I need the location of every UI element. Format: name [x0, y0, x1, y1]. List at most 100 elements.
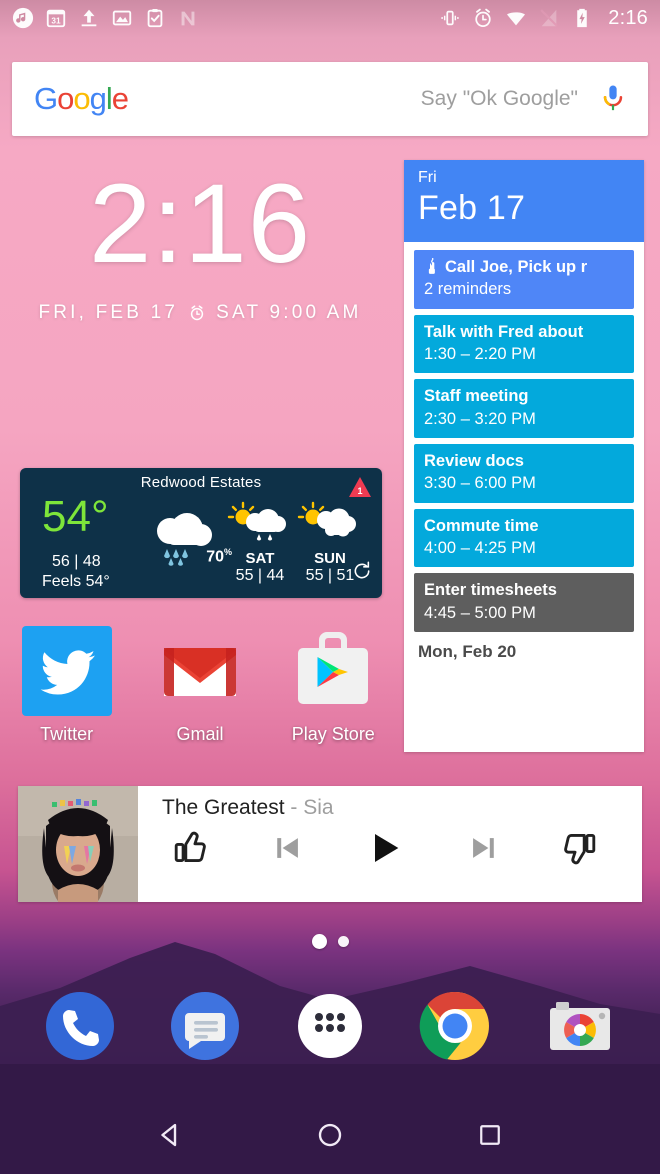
app-drawer-icon[interactable] — [292, 988, 368, 1064]
previous-track-icon[interactable] — [268, 828, 308, 868]
thumbs-up-icon[interactable] — [170, 828, 210, 868]
sun-cloud-icon — [297, 501, 356, 537]
google-search-bar[interactable]: Google Say "Ok Google" — [12, 62, 648, 136]
status-bar-notification-icons[interactable]: 31 — [12, 7, 199, 29]
google-logo-letter-g: g — [89, 81, 107, 116]
calendar-event-title: Enter timesheets — [424, 581, 557, 600]
google-logo-letter-G: G — [34, 81, 58, 116]
calendar-event-subtitle: 2 reminders — [424, 280, 512, 299]
calendar-event-subtitle: 3:30 – 6:00 PM — [424, 474, 536, 493]
alarm-icon — [475, 8, 491, 27]
calendar-31-icon: 31 — [46, 9, 66, 28]
wifi-icon — [507, 12, 526, 26]
calendar-next-day-header: Mon, Feb 20 — [418, 642, 517, 662]
clock-date: FRI, FEB 17 — [38, 302, 179, 323]
app-gmail[interactable]: Gmail — [145, 624, 255, 745]
sun-rain-cloud-icon — [227, 501, 286, 541]
recents-button[interactable] — [466, 1111, 514, 1159]
calendar-header[interactable]: Fri Feb 17 — [404, 160, 644, 242]
status-bar[interactable]: 31 2:16 — [0, 0, 660, 36]
refresh-icon[interactable] — [352, 561, 372, 581]
track-artist: Sia — [303, 796, 334, 819]
vibrate-icon — [441, 10, 459, 26]
home-screen-app-row: Twitter Gmail Play Store — [0, 624, 400, 745]
track-title-artist: The Greatest - Sia — [162, 796, 628, 820]
music-note-icon — [12, 7, 34, 29]
google-logo-letter-o1: o — [57, 81, 74, 116]
calendar-event-reminder[interactable]: Call Joe, Pick up r 2 reminders — [414, 249, 634, 309]
music-info-and-controls: The Greatest - Sia — [138, 786, 642, 902]
calendar-event-subtitle: 2:30 – 3:20 PM — [424, 409, 536, 428]
calendar-event-item[interactable]: Review docs 3:30 – 6:00 PM — [414, 444, 634, 503]
weather-current-temp: 54° — [42, 492, 109, 541]
app-label: Twitter — [40, 724, 94, 744]
next-track-icon[interactable] — [463, 828, 503, 868]
calendar-event-item[interactable]: Staff meeting 2:30 – 3:20 PM — [414, 379, 634, 438]
nova-launcher-icon — [181, 11, 195, 26]
clock-widget[interactable]: 2:16 FRI, FEB 17 SAT 9:00 AM — [0, 168, 400, 324]
app-label: Gmail — [176, 724, 224, 744]
chrome-icon[interactable] — [417, 988, 493, 1064]
google-logo: Google — [34, 81, 129, 117]
calendar-event-subtitle: 1:30 – 2:20 PM — [424, 345, 536, 364]
clock-alarm-time: SAT 9:00 AM — [216, 302, 362, 323]
calendar-event-title: Review docs — [424, 452, 524, 470]
reminder-finger-string-icon — [428, 257, 435, 274]
app-label: Play Store — [291, 724, 375, 744]
calendar-widget[interactable]: Fri Feb 17 Call Joe, Pick up r 2 reminde… — [404, 160, 644, 752]
navigation-bar — [0, 1096, 660, 1174]
app-twitter[interactable]: Twitter — [12, 624, 122, 745]
calendar-date: Feb 17 — [418, 188, 526, 227]
phone-icon[interactable] — [42, 988, 118, 1064]
music-player-widget[interactable]: The Greatest - Sia — [18, 786, 642, 902]
status-bar-system-icons[interactable]: 2:16 — [439, 7, 648, 30]
alarm-clock-icon — [191, 305, 204, 321]
svg-text:31: 31 — [51, 17, 61, 26]
track-separator: - — [284, 796, 304, 819]
back-button[interactable] — [146, 1111, 194, 1159]
twitter-icon[interactable] — [20, 624, 114, 718]
weather-feels-like: Feels 54° — [42, 573, 110, 590]
calendar-event-title: Talk with Fred about — [424, 322, 584, 341]
photo-icon — [112, 10, 132, 26]
messages-icon[interactable] — [167, 988, 243, 1064]
app-play-store[interactable]: Play Store — [278, 624, 388, 745]
page-indicator — [0, 934, 660, 949]
clock-time[interactable]: 2:16 — [0, 168, 400, 280]
calendar-event-subtitle: 4:45 – 5:00 PM — [424, 603, 536, 622]
google-logo-letter-o2: o — [73, 81, 90, 116]
weather-body: 54° 56 | 48 Feels 54° 70% SAT 55 | 44 SU… — [20, 491, 382, 591]
clock-date-alarm-row[interactable]: FRI, FEB 17 SAT 9:00 AM — [0, 302, 400, 324]
calendar-day-of-week: Fri — [418, 169, 437, 186]
weather-city: Redwood Estates — [140, 474, 262, 491]
calendar-event-title: Call Joe, Pick up r — [424, 257, 624, 278]
upload-icon — [81, 9, 97, 27]
page-dot-active[interactable] — [311, 934, 327, 949]
gmail-icon[interactable] — [153, 624, 247, 718]
dock — [0, 988, 660, 1064]
weather-widget[interactable]: Redwood Estates 1 54° 56 | 48 Feels 54° — [20, 468, 382, 598]
calendar-event-item[interactable]: Talk with Fred about 1:30 – 2:20 PM — [414, 314, 634, 374]
home-button[interactable] — [306, 1111, 354, 1159]
clipboard-check-icon — [147, 9, 163, 28]
page-dot-inactive[interactable] — [337, 936, 349, 947]
album-art[interactable] — [18, 786, 138, 902]
battery-charging-icon — [577, 8, 588, 28]
camera-icon[interactable] — [542, 988, 618, 1064]
no-sim-icon — [540, 9, 558, 27]
calendar-event-item[interactable]: Commute time 4:00 – 4:25 PM — [414, 508, 634, 568]
google-logo-letter-e: e — [111, 81, 129, 116]
calendar-event-item-declined[interactable]: Enter timesheets 4:45 – 5:00 PM — [414, 573, 634, 633]
microphone-icon[interactable] — [600, 84, 626, 114]
search-input-hint[interactable]: Say "Ok Google" — [128, 87, 600, 111]
calendar-event-title: Commute time — [424, 516, 539, 535]
thumbs-down-icon[interactable] — [560, 828, 600, 868]
calendar-event-title: Staff meeting — [424, 387, 529, 406]
music-controls — [162, 820, 628, 868]
play-icon[interactable] — [365, 828, 405, 868]
calendar-event-subtitle: 4:00 – 4:25 PM — [424, 539, 536, 558]
weather-current-condition: 70% — [140, 507, 232, 574]
status-bar-clock: 2:16 — [608, 6, 648, 29]
weather-high-low: 56 | 48 — [52, 553, 101, 570]
play-store-icon[interactable] — [286, 624, 380, 718]
